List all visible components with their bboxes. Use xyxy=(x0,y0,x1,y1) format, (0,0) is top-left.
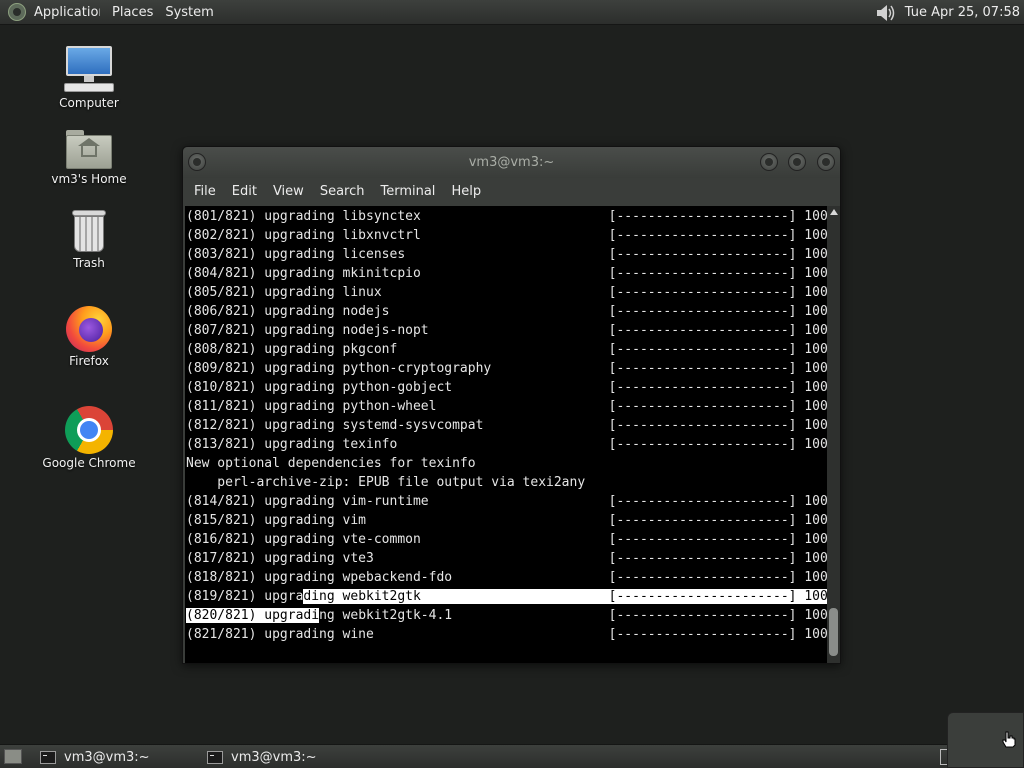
trash-icon xyxy=(70,210,108,254)
terminal-line: (801/821) upgrading libsynctex [--------… xyxy=(186,209,827,224)
terminal-line: (805/821) upgrading linux [-------------… xyxy=(186,285,827,300)
desktop-icon-label: Computer xyxy=(59,96,119,110)
terminal-line: (811/821) upgrading python-wheel [------… xyxy=(186,399,827,414)
desktop-icon-chrome[interactable]: Google Chrome xyxy=(34,406,144,470)
desktop-icon-label: vm3's Home xyxy=(51,172,127,186)
computer-icon xyxy=(64,46,114,94)
desktop-icon-trash[interactable]: Trash xyxy=(34,210,144,270)
scroll-thumb[interactable] xyxy=(829,608,838,656)
taskbar-button-label: vm3@vm3:~ xyxy=(231,749,317,765)
terminal-window: vm3@vm3:~ File Edit View Search Terminal… xyxy=(182,146,841,664)
system-menu[interactable]: System xyxy=(159,0,219,25)
show-desktop-icon[interactable] xyxy=(4,749,22,764)
speaker-icon[interactable] xyxy=(875,3,897,23)
menu-bar: File Edit View Search Terminal Help xyxy=(183,178,840,206)
terminal-line: (815/821) upgrading vim [---------------… xyxy=(186,513,827,528)
taskbar-button-label: vm3@vm3:~ xyxy=(64,749,150,765)
terminal-line: (820/821) upgrading webkit2gtk-4.1 [----… xyxy=(186,608,827,623)
minimize-button[interactable] xyxy=(760,153,778,171)
terminal-line: (814/821) upgrading vim-runtime [-------… xyxy=(186,494,827,509)
panel-tray: Tue Apr 25, 07:58 xyxy=(875,0,1020,25)
terminal-line: (806/821) upgrading nodejs [------------… xyxy=(186,304,827,319)
menu-view[interactable]: View xyxy=(265,178,312,206)
bottom-panel: vm3@vm3:~ vm3@vm3:~ xyxy=(0,744,1024,768)
terminal-line: (821/821) upgrading wine [--------------… xyxy=(186,627,827,642)
top-panel: Applications Places System Tue Apr 25, 0… xyxy=(0,0,1024,25)
home-folder-icon xyxy=(66,130,112,170)
desktop-icon-label: Trash xyxy=(73,256,105,270)
window-title: vm3@vm3:~ xyxy=(468,155,555,170)
terminal-line: New optional dependencies for texinfo xyxy=(186,456,476,471)
terminal-line: (804/821) upgrading mkinitcpio [--------… xyxy=(186,266,827,281)
terminal-line: (810/821) upgrading python-gobject [----… xyxy=(186,380,827,395)
terminal-line: (808/821) upgrading pkgconf [-----------… xyxy=(186,342,827,357)
terminal-line: (816/821) upgrading vte-common [--------… xyxy=(186,532,827,547)
menu-file[interactable]: File xyxy=(186,178,224,206)
menu-help[interactable]: Help xyxy=(443,178,489,206)
maximize-button[interactable] xyxy=(788,153,806,171)
terminal-line: (803/821) upgrading licenses [----------… xyxy=(186,247,827,262)
menu-edit[interactable]: Edit xyxy=(224,178,265,206)
terminal-line: perl-archive-zip: EPUB file output via t… xyxy=(186,475,586,490)
places-menu[interactable]: Places xyxy=(106,0,159,25)
scrollbar[interactable] xyxy=(827,206,840,663)
taskbar-button-terminal-1[interactable]: vm3@vm3:~ xyxy=(40,747,150,767)
terminal-icon xyxy=(40,750,56,764)
applications-menu[interactable]: Applications xyxy=(28,0,100,25)
scroll-up-arrow-icon[interactable] xyxy=(830,209,838,215)
hand-cursor-icon xyxy=(1002,731,1016,748)
terminal-output[interactable]: (801/821) upgrading libsynctex [--------… xyxy=(185,206,827,663)
close-button[interactable] xyxy=(817,153,835,171)
terminal-line: (812/821) upgrading systemd-sysvcompat [… xyxy=(186,418,827,433)
mate-logo-icon[interactable] xyxy=(6,1,28,23)
terminal-line: (819/821) upgrading webkit2gtk [--------… xyxy=(186,587,827,606)
firefox-icon xyxy=(66,306,112,352)
terminal-line: (818/821) upgrading wpebackend-fdo [----… xyxy=(186,570,827,585)
desktop-icon-firefox[interactable]: Firefox xyxy=(34,306,144,368)
taskbar-button-terminal-2[interactable]: vm3@vm3:~ xyxy=(207,747,317,767)
menu-terminal[interactable]: Terminal xyxy=(372,178,443,206)
chrome-icon xyxy=(65,406,113,454)
title-bar[interactable]: vm3@vm3:~ xyxy=(183,147,840,178)
terminal-line: (807/821) upgrading nodejs-nopt [-------… xyxy=(186,323,827,338)
terminal-line: (813/821) upgrading texinfo [-----------… xyxy=(186,437,827,452)
terminal-line: (802/821) upgrading libxnvctrl [--------… xyxy=(186,228,827,243)
terminal-icon xyxy=(207,750,223,764)
clock[interactable]: Tue Apr 25, 07:58 xyxy=(905,5,1020,20)
desktop-icon-label: Google Chrome xyxy=(42,456,136,470)
menu-search[interactable]: Search xyxy=(312,178,373,206)
terminal-line: (817/821) upgrading vte3 [--------------… xyxy=(186,551,827,566)
desktop-icon-label: Firefox xyxy=(69,354,109,368)
desktop-icon-computer[interactable]: Computer xyxy=(34,46,144,110)
terminal-lines: (801/821) upgrading libsynctex [--------… xyxy=(186,207,827,644)
desktop-icon-home[interactable]: vm3's Home xyxy=(34,130,144,186)
terminal-line: (809/821) upgrading python-cryptography … xyxy=(186,361,827,376)
